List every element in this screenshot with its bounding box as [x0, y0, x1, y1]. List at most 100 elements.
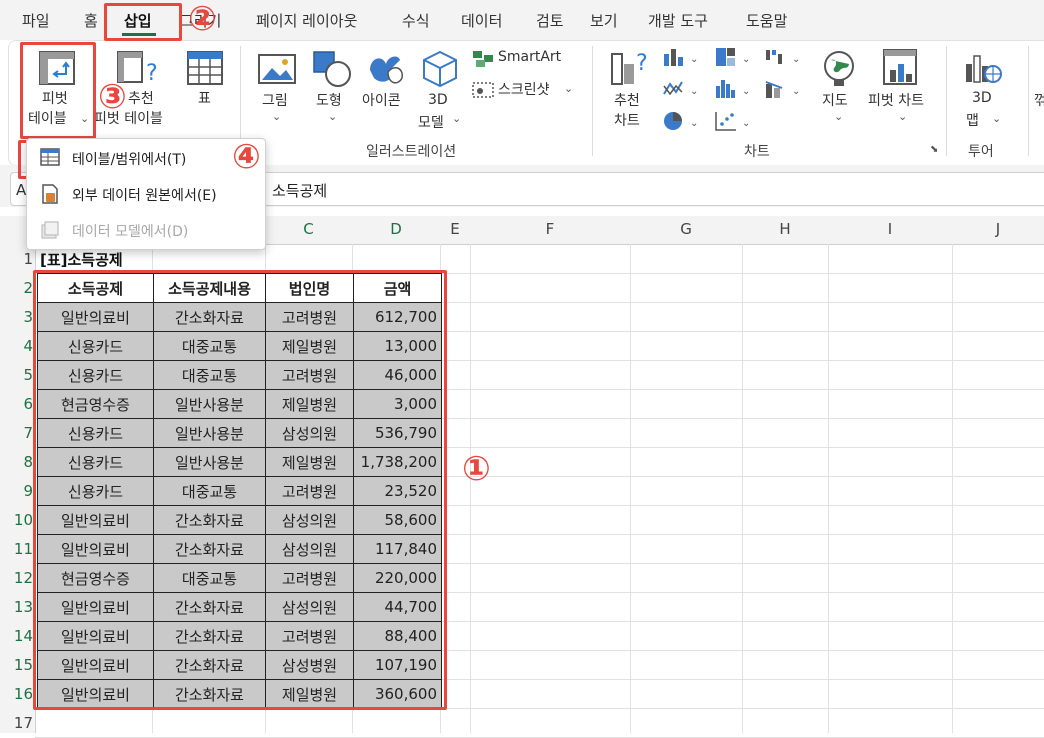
chevron-down-icon: ⌄ [328, 110, 338, 123]
name-box-value: A [16, 181, 27, 199]
pivot-chart-label: 피벗 차트 [868, 93, 924, 109]
pie-chart-icon[interactable]: ⌄ [662, 110, 702, 132]
svg-text:⌄: ⌄ [742, 118, 750, 129]
row-header[interactable]: 16 [0, 685, 33, 703]
row-header[interactable]: 3 [0, 308, 33, 326]
row-header[interactable]: 14 [0, 627, 33, 645]
grid-line [952, 244, 953, 733]
3d-models-label-1: 3D [428, 92, 448, 108]
row-header[interactable]: 7 [0, 424, 33, 442]
row-header[interactable]: 5 [0, 366, 33, 384]
globe-icon [824, 51, 854, 86]
svg-text:⌄: ⌄ [742, 54, 750, 65]
svg-text:⌄: ⌄ [690, 118, 698, 129]
3d-map-label-1: 3D [972, 90, 992, 106]
row-header[interactable]: 17 [0, 714, 33, 732]
cube-icon [423, 50, 457, 88]
dropdown-item-label: 외부 데이터 원본에서(E) [72, 188, 217, 204]
row-header[interactable]: 12 [0, 569, 33, 587]
scatter-chart-icon[interactable]: ⌄ [714, 110, 754, 132]
chevron-down-icon: ⌄ [992, 112, 1002, 125]
pivot-chart-icon [883, 49, 917, 85]
row-header[interactable]: 2 [0, 279, 33, 297]
row-header[interactable]: 15 [0, 656, 33, 674]
column-header[interactable]: G [630, 220, 742, 238]
row-header[interactable]: 4 [0, 337, 33, 355]
row-header[interactable]: 10 [0, 511, 33, 529]
recommended-charts-label-1: 추천 [614, 93, 640, 109]
row-header[interactable]: 9 [0, 482, 33, 500]
3d-map-icon [966, 55, 1002, 83]
menu-tab[interactable]: 수식 [402, 10, 430, 31]
column-header[interactable]: I [828, 220, 952, 238]
smartart-button[interactable]: SmartArt [470, 48, 570, 70]
svg-text:⌄: ⌄ [742, 86, 750, 97]
sparkline-line-label-cut: 꺾 [1034, 93, 1044, 109]
annotation-box-pivot-table [20, 42, 96, 139]
menu-tab[interactable]: 보기 [590, 10, 618, 31]
charts-group-label: 차트 [744, 144, 770, 160]
column-header[interactable]: H [742, 220, 828, 238]
formula-input[interactable] [262, 172, 1044, 206]
annotation-box-table-range [33, 270, 447, 710]
shapes-label: 도형 [316, 93, 342, 109]
column-header[interactable]: J [952, 220, 1044, 238]
annotation-marker-4: ④ [232, 137, 261, 177]
column-header[interactable]: E [440, 220, 470, 238]
column-chart-icon[interactable]: ⌄ [662, 46, 702, 68]
dialog-launcher-icon[interactable]: ⬊ [930, 144, 938, 155]
annotation-marker-3: ③ [98, 77, 127, 117]
picture-icon [258, 54, 296, 84]
column-header[interactable]: C [265, 220, 352, 238]
smartart-label: SmartArt [498, 49, 562, 65]
recommended-pivot-label-1: 추천 [128, 91, 154, 107]
svg-text:⌄: ⌄ [792, 86, 800, 97]
grid-line [828, 244, 829, 733]
statistic-chart-icon[interactable]: ⌄ [714, 78, 754, 100]
dropdown-item-label: 데이터 모델에서(D) [72, 224, 189, 240]
illustrations-group-label: 일러스트레이션 [366, 144, 457, 160]
menu-tab[interactable]: 데이터 [461, 10, 502, 31]
icons-button[interactable] [362, 46, 410, 132]
maps-label: 지도 [822, 93, 848, 109]
menu-tab[interactable]: 도움말 [746, 10, 787, 31]
smartart-icon [473, 51, 493, 67]
row-header[interactable]: 11 [0, 540, 33, 558]
menu-tab[interactable]: 개발 도구 [648, 10, 708, 31]
waterfall-chart-icon[interactable]: ⌄ [764, 46, 804, 68]
grid-line [742, 244, 743, 733]
3d-map-label-2: 맵 [966, 113, 979, 129]
shapes-icon [313, 51, 351, 87]
column-header[interactable]: F [470, 220, 630, 238]
row-header[interactable]: 1 [0, 250, 33, 268]
recommended-charts-icon: ? [611, 51, 648, 85]
screenshot-icon [472, 82, 494, 98]
column-header[interactable]: D [352, 220, 440, 238]
row-header[interactable]: 6 [0, 395, 33, 413]
3d-models-label-2: 모델 [418, 115, 444, 131]
group-separator [1028, 46, 1029, 156]
chevron-down-icon: ⌄ [272, 110, 282, 123]
table-icon [187, 51, 223, 85]
line-chart-icon[interactable]: ⌄ [662, 78, 702, 100]
chevron-down-icon: ⌄ [898, 110, 908, 123]
menu-tab[interactable]: 홈 [84, 10, 98, 31]
menu-tab[interactable]: 페이지 레이아웃 [256, 10, 357, 31]
combo-chart-icon[interactable]: ⌄ [764, 78, 804, 100]
hierarchy-chart-icon[interactable]: ⌄ [714, 46, 754, 68]
menu-tab[interactable]: 검토 [536, 10, 564, 31]
screenshot-label: 스크린샷 [498, 82, 550, 98]
dropdown-item-label: 테이블/범위에서(T) [72, 152, 187, 168]
icons-icon [370, 56, 403, 84]
group-separator [592, 46, 593, 156]
svg-text:⌄: ⌄ [690, 54, 698, 65]
screenshot-button[interactable]: 스크린샷 ⌄ [470, 78, 580, 100]
formula-content: 소득공제 [272, 182, 328, 200]
grid-line [630, 244, 631, 733]
row-header[interactable]: 13 [0, 598, 33, 616]
chevron-down-icon: ⌄ [452, 112, 462, 125]
menu-tab[interactable]: 파일 [22, 10, 50, 31]
chevron-down-icon: ⌄ [564, 82, 574, 95]
chevron-down-icon: ⌄ [834, 110, 844, 123]
row-header[interactable]: 8 [0, 453, 33, 471]
